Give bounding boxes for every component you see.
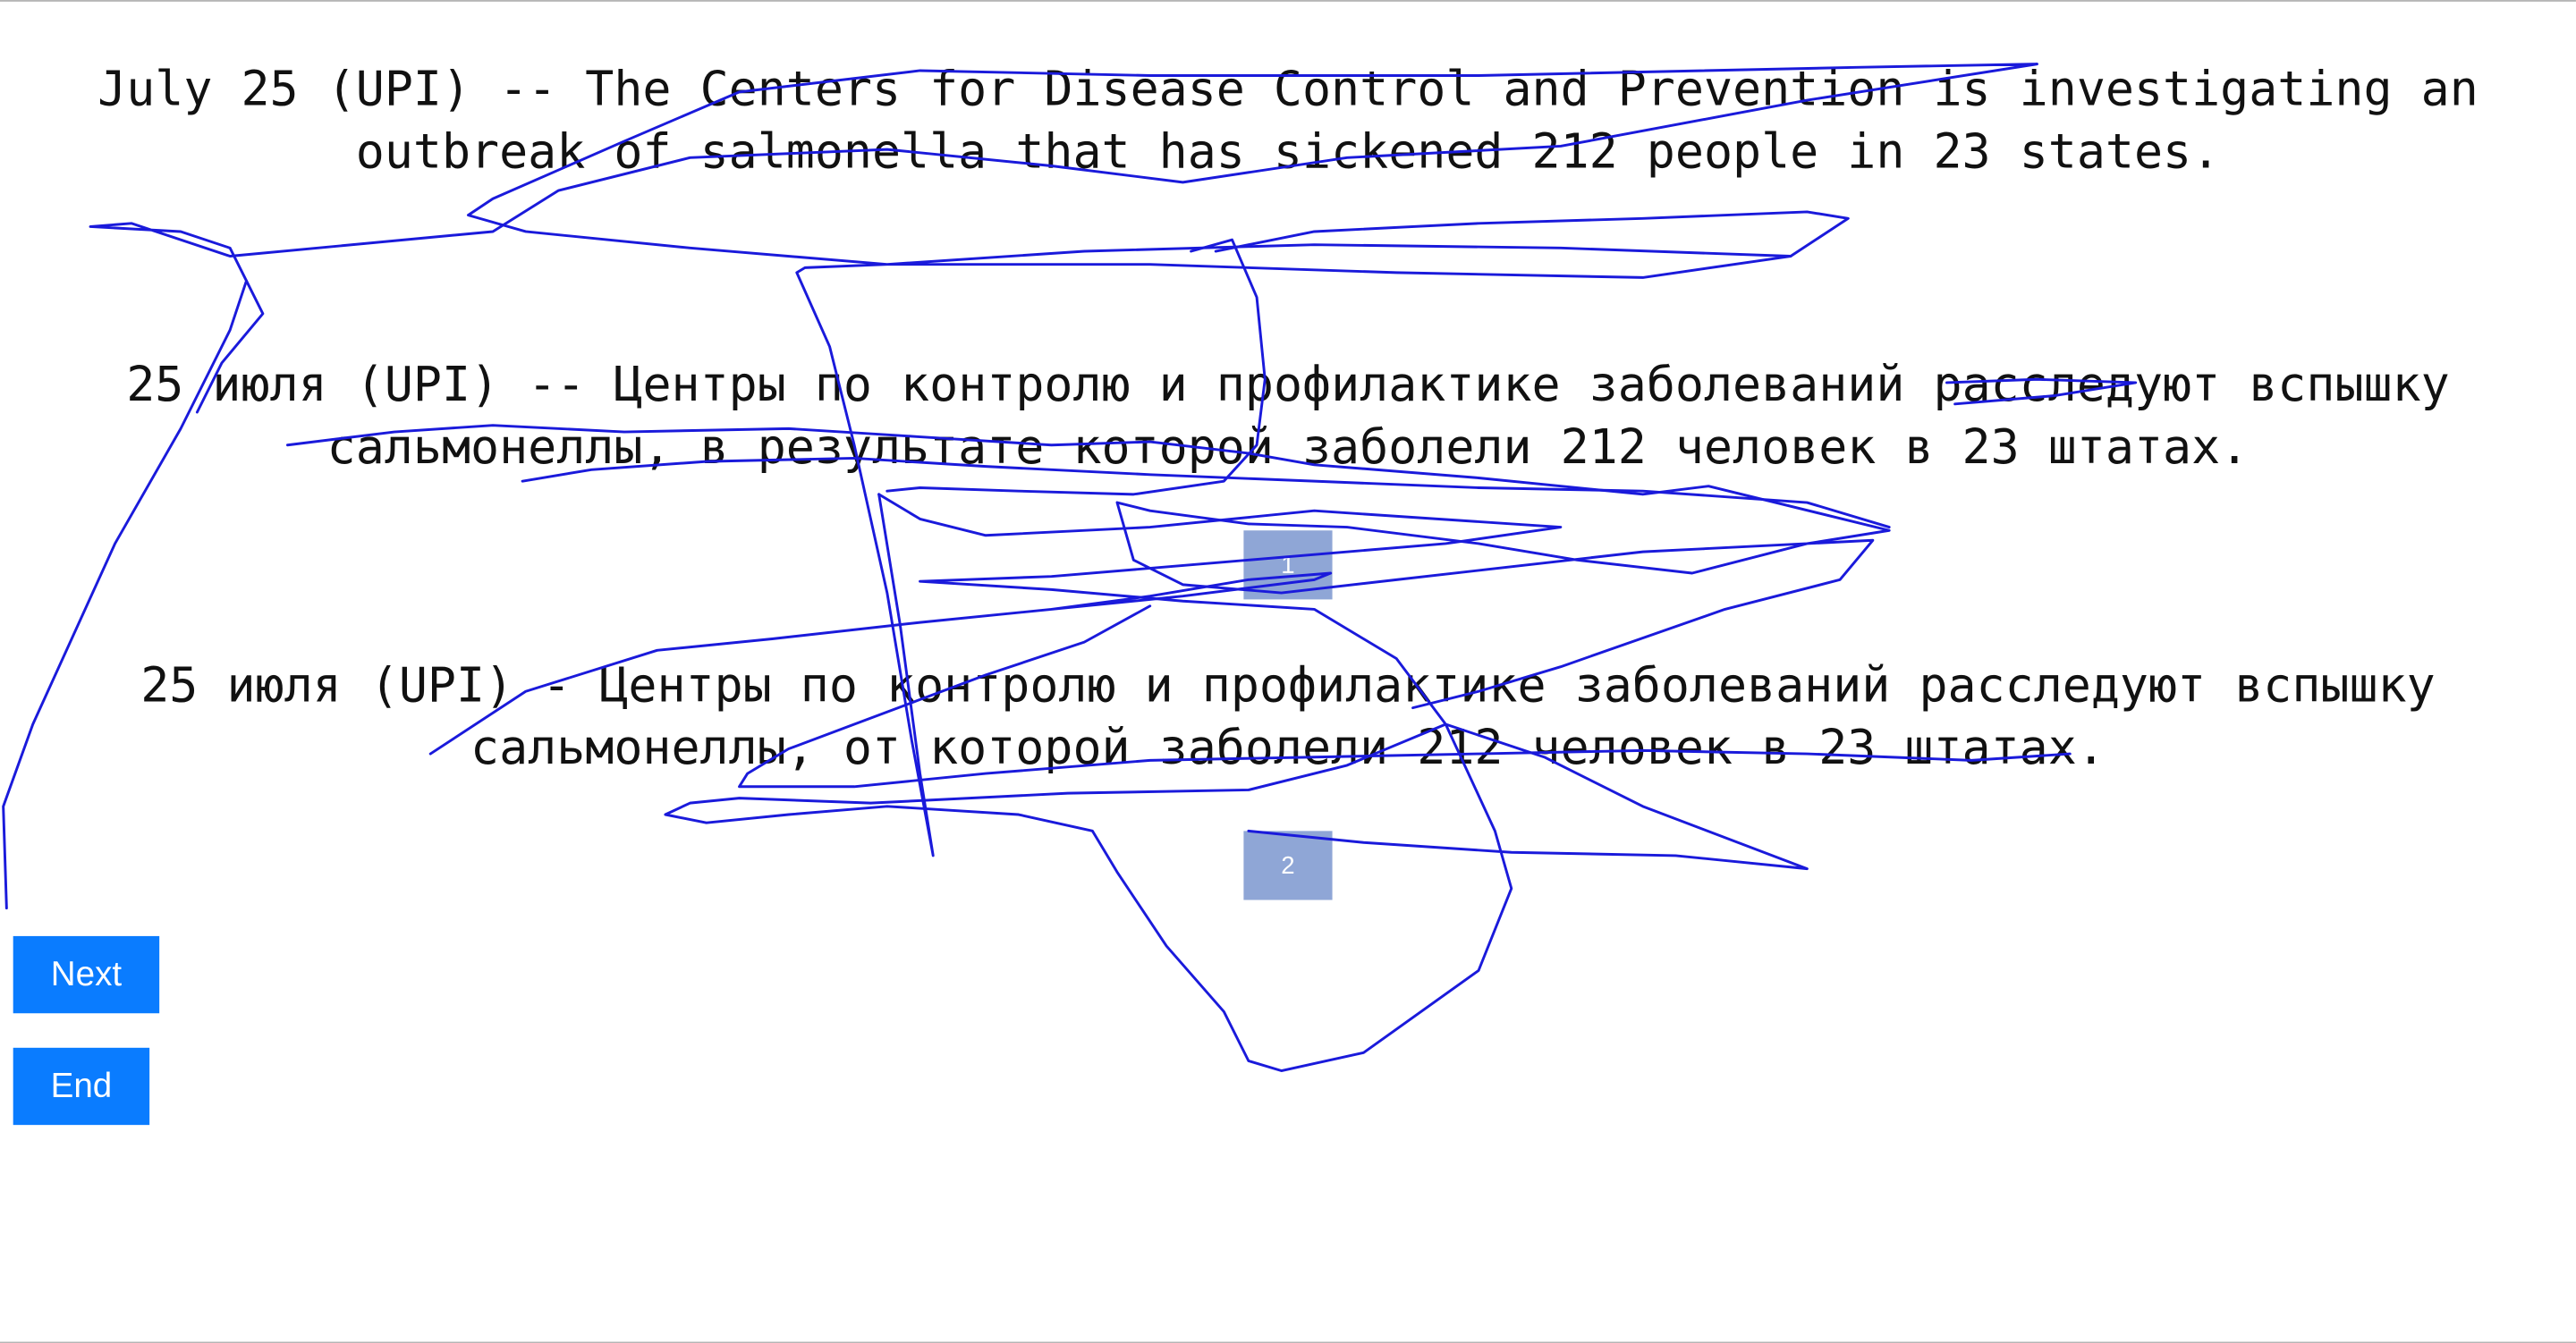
source-sentence: July 25 (UPI) -- The Centers for Disease… [97,60,2479,180]
annotation-canvas[interactable]: July 25 (UPI) -- The Centers for Disease… [0,0,2576,1343]
next-button[interactable]: Next [13,935,160,1014]
translation-badge-2[interactable]: 2 [1243,831,1333,900]
end-button[interactable]: End [13,1047,150,1126]
translation-option-1: 25 июля (UPI) -- Центры по контролю и пр… [126,356,2450,475]
translation-option-2: 25 июля (UPI) - Центры по контролю и про… [140,656,2436,775]
translation-badge-1[interactable]: 1 [1243,530,1333,600]
